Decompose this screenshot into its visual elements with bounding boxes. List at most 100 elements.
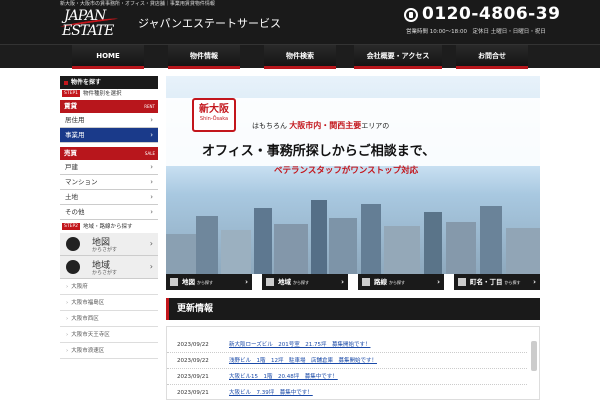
rent-en: RENT — [144, 104, 155, 109]
area-label: 大阪府 — [71, 284, 88, 290]
search-btn-label: 地図 — [182, 278, 195, 286]
area-label: 大阪市西区 — [71, 316, 99, 322]
bullet-icon: › — [66, 316, 69, 322]
chevron-right-icon: › — [341, 278, 344, 286]
area-label: 大阪市天王寺区 — [71, 332, 110, 338]
nav-company[interactable]: 会社概要・アクセス — [354, 45, 442, 69]
hero-banner: 新大阪 Shin-Ōsaka はもちろん 大阪市内・関西主要エリアの オフィス・… — [166, 76, 540, 274]
sidebar-item-mansion[interactable]: マンション › — [60, 175, 158, 190]
search-map-button[interactable]: 地図 から探す › — [166, 274, 252, 290]
map-pin-icon — [66, 237, 80, 251]
hero-headline: オフィス・事務所探しからご相談まで、 — [202, 144, 436, 159]
sidebar-item-business[interactable]: 事業用 › — [60, 128, 158, 143]
phone-number[interactable]: 0120-4806-39 — [422, 4, 560, 24]
sidebar-item-house[interactable]: 戸建 › — [60, 160, 158, 175]
chevron-right-icon: › — [150, 193, 153, 201]
chevron-right-icon: › — [437, 278, 440, 286]
area-label: 大阪市福島区 — [71, 300, 105, 306]
sale-en: SALE — [144, 151, 155, 156]
badge-main: 新大阪 — [199, 104, 229, 115]
sidebar-item-label: 戸建 — [65, 163, 78, 171]
search-btn-small: から探す — [197, 280, 213, 285]
news-date: 2023/09/22 — [177, 342, 209, 348]
hero-line1-red: 大阪市内・関西主要 — [289, 121, 362, 130]
sidebar: 物件を探す STEP1 物件種別を選択 賃貸 RENT 居住用 › 事業用 › 売買 SA… — [60, 76, 158, 400]
square-icon — [64, 80, 68, 85]
chevron-right-icon: › — [150, 178, 153, 186]
chevron-right-icon: › — [150, 163, 153, 171]
search-btn-label: 路線 — [374, 278, 387, 286]
sidebar-heading: 物件を探す — [60, 76, 158, 89]
news-link[interactable]: 新大阪ローズビル 201号室 21.75坪 募集開始です！ — [229, 337, 370, 353]
search-buttons: 地図 から探す › 地域 から探す › 路線 から探す › 町名・丁目 から探す › — [166, 274, 540, 290]
area-item[interactable]: › 大阪府 — [60, 279, 158, 295]
badge-sub: Shin-Ōsaka — [199, 116, 229, 122]
search-btn-label: 地域 — [278, 278, 291, 286]
site-tagline: 新大阪・大阪市の賃事務所・オフィス・貸店舗｜事業用賃貸物件情報 — [60, 1, 215, 7]
chevron-right-icon: › — [150, 208, 153, 216]
map-icon — [170, 278, 178, 286]
nav-search[interactable]: 物件検索 — [264, 45, 336, 69]
nav-properties[interactable]: 物件情報 — [168, 45, 240, 69]
area-item[interactable]: › 大阪市浪速区 — [60, 343, 158, 359]
search-town-button[interactable]: 町名・丁目 から探す › — [454, 274, 540, 290]
area-item[interactable]: › 大阪市福島区 — [60, 295, 158, 311]
chevron-right-icon: › — [150, 131, 153, 139]
hero-line1-post: エリアの — [361, 122, 390, 130]
search-btn-small: から探す — [389, 280, 405, 285]
chevron-right-icon: › — [149, 239, 153, 248]
region-icon — [266, 278, 274, 286]
bullet-icon: › — [66, 284, 69, 290]
sidebar-item-label: 居住用 — [65, 116, 85, 124]
hero-subheadline: ベテランスタッフがワンストップ対応 — [274, 166, 419, 176]
list-item: 2023/09/22 浅野ビル 1階 12坪 駐車場 店舗倉庫 募集開始です！ — [167, 353, 527, 369]
search-by-map[interactable]: 地図 からさがす › — [60, 233, 158, 256]
area-label: 大阪市浪速区 — [71, 348, 105, 354]
logo-text-2: ESTATE — [62, 23, 114, 39]
sidebar-heading-label: 物件を探す — [71, 79, 102, 86]
search-btn-small: から探す — [504, 280, 521, 285]
area-item[interactable]: › 大阪市西区 — [60, 311, 158, 327]
search-region-button[interactable]: 地域 から探す › — [262, 274, 348, 290]
search-route-button[interactable]: 路線 から探す › — [358, 274, 444, 290]
step2-text: 地域・路線から探す — [83, 224, 133, 230]
sidebar-item-label: 事業用 — [65, 131, 85, 139]
rent-label: 賃貸 — [64, 102, 77, 110]
sidebar-item-other[interactable]: その他 › — [60, 205, 158, 220]
sidebar-item-residential[interactable]: 居住用 › — [60, 113, 158, 128]
site-header: 新大阪・大阪市の賃事務所・オフィス・貸店舗｜事業用賃貸物件情報 JAPAN ES… — [0, 0, 600, 44]
phone-icon — [404, 8, 418, 22]
list-item: 2023/09/21 大阪ビル 7.39坪 募集中です！ — [167, 385, 527, 399]
news-link[interactable]: 大阪ビル15 1階 20.48坪 募集中です！ — [229, 369, 338, 385]
search-by-region[interactable]: 地域 からさがす › — [60, 256, 158, 279]
updates-heading: 更新情報 — [166, 298, 540, 320]
train-icon — [362, 278, 370, 286]
map-sub: からさがす — [92, 247, 118, 253]
hero-line1-pre: はもちろん — [252, 122, 287, 130]
chevron-right-icon: › — [150, 116, 153, 124]
area-item[interactable]: › 大阪市天王寺区 — [60, 327, 158, 343]
chevron-right-icon: › — [533, 278, 536, 286]
region-sub: からさがす — [92, 270, 118, 276]
scrollbar[interactable] — [531, 341, 537, 371]
nav-contact[interactable]: お問合せ — [456, 45, 528, 69]
step2-badge: STEP2 — [62, 223, 81, 230]
chevron-right-icon: › — [149, 262, 153, 271]
step1: STEP1 物件種別を選択 — [60, 89, 158, 100]
business-hours: 営業時間 10:00〜18:00 定休日 土曜日・日曜日・祝日 — [406, 29, 546, 35]
news-date: 2023/09/21 — [177, 390, 209, 396]
hero-line1: はもちろん 大阪市内・関西主要エリアの — [252, 120, 389, 131]
nav-home[interactable]: HOME — [72, 45, 144, 69]
news-link[interactable]: 大阪ビル 7.39坪 募集中です！ — [229, 385, 313, 399]
company-name: ジャパンエステートサービス — [138, 17, 281, 30]
category-rent: 賃貸 RENT — [60, 100, 158, 113]
updates-list: 2023/09/22 新大阪ローズビル 201号室 21.75坪 募集開始です！ … — [166, 326, 540, 400]
news-date: 2023/09/22 — [177, 358, 209, 364]
news-link[interactable]: 浅野ビル 1階 12坪 駐車場 店舗倉庫 募集開始です！ — [229, 353, 377, 369]
main-nav: HOME 物件情報 物件検索 会社概要・アクセス お問合せ — [0, 44, 600, 69]
list-item: 2023/09/21 大阪ビル15 1階 20.48坪 募集中です！ — [167, 369, 527, 385]
town-icon — [458, 278, 466, 286]
step2: STEP2 地域・路線から探す — [60, 222, 158, 233]
sidebar-item-land[interactable]: 土地 › — [60, 190, 158, 205]
site-logo[interactable]: JAPAN ESTATE — [60, 8, 128, 42]
